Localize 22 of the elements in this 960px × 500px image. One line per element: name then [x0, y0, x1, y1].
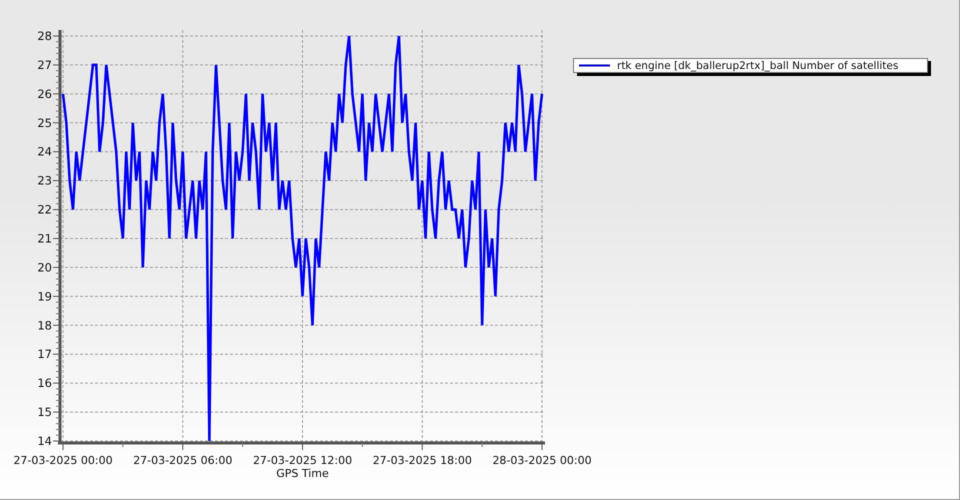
axis-tick-label: 23 — [37, 174, 52, 188]
axis-tick-label: 26 — [37, 86, 52, 101]
axis-tick-label: 28 — [37, 29, 52, 43]
axis-tick-label: 28-03-2025 00:00 — [492, 454, 592, 467]
axis-tick-label: 14 — [37, 434, 52, 448]
legend-label: rtk engine [dk_ballerup2rtx]_ball Number of satellites — [617, 60, 898, 72]
axis-tick-label: 27-03-2025 06:00 — [133, 454, 232, 467]
axis-tick-label: 19 — [37, 289, 52, 304]
axis-tick-label: 27-03-2025 12:00 — [252, 454, 352, 467]
axis-tick-label: 25 — [37, 116, 52, 130]
axis-tick-label: 22 — [37, 202, 52, 217]
axis-tick-label: 24 — [37, 144, 52, 159]
axis-tick-label: 27 — [37, 58, 52, 72]
axis-tick-label: 20 — [37, 260, 52, 274]
axis-tick-label: 18 — [37, 318, 52, 332]
axis-tick-label: 27-03-2025 00:00 — [13, 454, 113, 467]
axis-tick-label: 15 — [37, 405, 52, 420]
axis-tick-label: 27-03-2025 18:00 — [372, 454, 472, 467]
axis-tick-label: 21 — [37, 232, 52, 246]
axis-tick-label: 16 — [37, 376, 52, 390]
axis-title: GPS Time — [276, 467, 329, 480]
axis-tick-label: 17 — [37, 347, 52, 362]
